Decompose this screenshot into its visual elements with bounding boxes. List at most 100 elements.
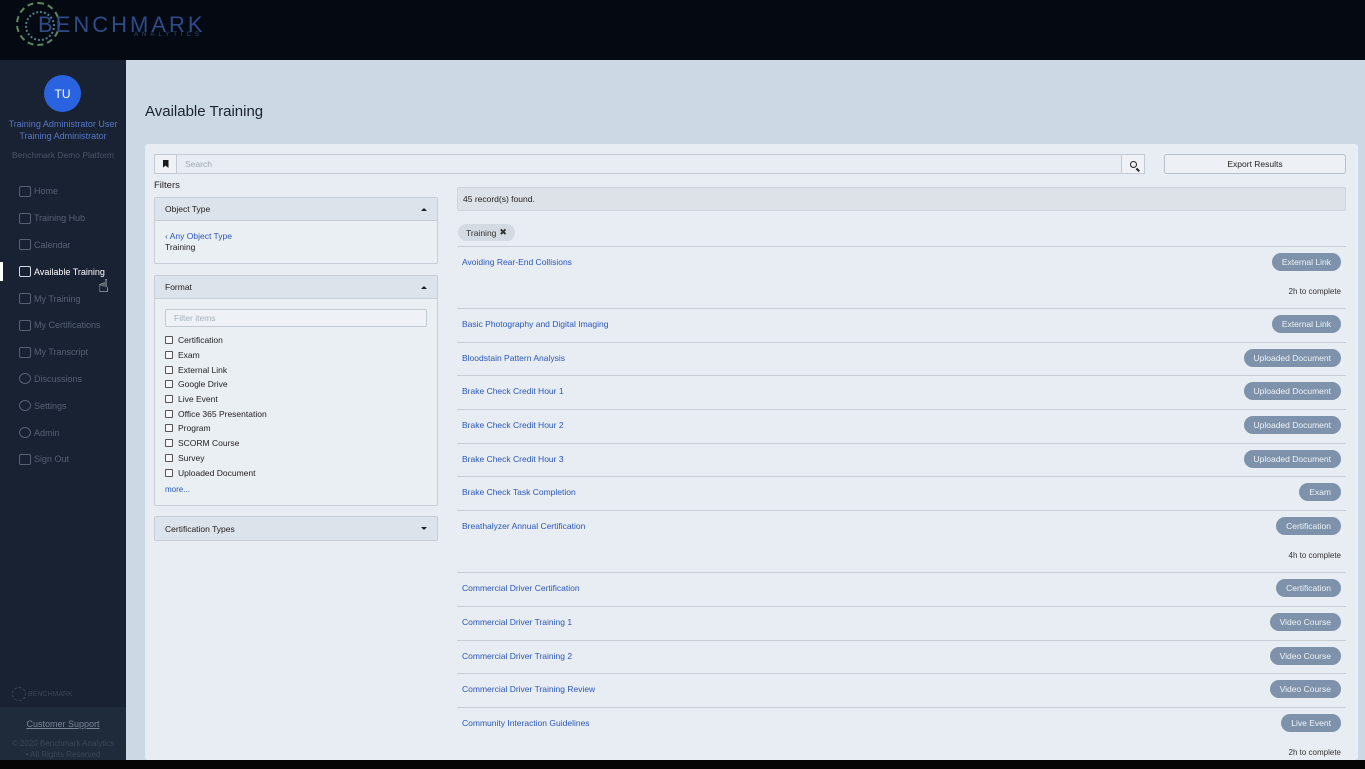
transcript-icon	[19, 346, 31, 358]
format-option-survey[interactable]: Survey	[165, 451, 437, 466]
table-row: Basic Photography and Digital Imaging Ext…	[457, 308, 1346, 342]
format-option-scorm-course[interactable]: SCORM Course	[165, 436, 437, 451]
sidebar-item-my-transcript[interactable]: My Transcript	[0, 339, 126, 366]
sidebar-item-label: My Certifications	[34, 320, 101, 331]
training-title-link[interactable]: Commercial Driver Training Review	[462, 684, 595, 694]
format-badge: Video Course	[1269, 646, 1341, 665]
format-header[interactable]: Format	[155, 276, 437, 299]
training-title-link[interactable]: Breathalyzer Annual Certification	[462, 521, 585, 531]
logo-ring-icon	[12, 687, 26, 701]
sidebar: TU Training Administrator User Training …	[0, 60, 126, 760]
format-option-google-drive[interactable]: Google Drive	[165, 377, 437, 392]
checkbox[interactable]	[165, 468, 173, 477]
option-label: Certification	[178, 335, 223, 346]
table-row: Commercial Driver Certification Certifica…	[457, 572, 1346, 606]
checkbox[interactable]	[165, 351, 173, 360]
training-title-link[interactable]: Brake Check Credit Hour 2	[462, 420, 564, 430]
bottom-bar	[0, 760, 1365, 769]
sidebar-item-home[interactable]: Home	[0, 178, 126, 205]
sidebar-item-label: Calendar	[34, 239, 71, 250]
export-results-button[interactable]: Export Results	[1164, 154, 1346, 174]
table-row: Breathalyzer Annual Certification Certifi…	[457, 510, 1346, 572]
hand-cursor-icon: ☝	[98, 276, 109, 296]
sidebar-item-label: Settings	[34, 400, 67, 411]
sidebar-item-sign-out[interactable]: Sign Out	[0, 446, 126, 473]
training-title-link[interactable]: Brake Check Credit Hour 3	[462, 454, 564, 464]
training-title-link[interactable]: Basic Photography and Digital Imaging	[462, 319, 608, 329]
bookmark-button[interactable]	[154, 154, 177, 174]
home-icon	[19, 185, 31, 197]
user-role: Training Administrator	[19, 131, 107, 141]
training-title-link[interactable]: Commercial Driver Training 1	[462, 617, 572, 627]
format-badge: Uploaded Document	[1243, 348, 1341, 367]
format-option-office-365[interactable]: Office 365 Presentation	[165, 406, 437, 421]
more-link[interactable]: more...	[155, 480, 437, 494]
duration-text: 4h to complete	[1288, 551, 1341, 561]
checkbox[interactable]	[165, 336, 173, 345]
duration-text: 2h to complete	[1288, 747, 1341, 757]
object-type-header[interactable]: Object Type	[155, 198, 437, 221]
checkbox[interactable]	[165, 380, 173, 389]
option-label: Survey	[178, 452, 205, 463]
format-badge: Video Course	[1269, 612, 1341, 631]
benchmark-logo[interactable]: BENCHMARK ANALYTICS	[16, 2, 203, 46]
training-title-link[interactable]: Commercial Driver Training 2	[462, 651, 572, 661]
training-title-link[interactable]: Brake Check Credit Hour 1	[462, 386, 564, 396]
sidebar-item-my-certifications[interactable]: My Certifications	[0, 312, 126, 339]
format-option-live-event[interactable]: Live Event	[165, 392, 437, 407]
any-object-type-link[interactable]: ‹ Any Object Type	[155, 221, 437, 241]
sidebar-item-admin[interactable]: Admin	[0, 419, 126, 446]
table-row: Bloodstain Pattern Analysis Uploaded Docu…	[457, 341, 1346, 376]
checkbox[interactable]	[165, 424, 173, 433]
sidebar-item-discussions[interactable]: Discussions	[0, 366, 126, 393]
checkbox[interactable]	[165, 453, 173, 462]
certification-types-header[interactable]: Certification Types	[155, 517, 437, 540]
checkbox[interactable]	[165, 365, 173, 374]
table-row: Commercial Driver Training 1 Video Course	[457, 605, 1346, 640]
checkbox[interactable]	[165, 395, 173, 404]
search-input[interactable]	[177, 154, 1121, 174]
search-button[interactable]	[1121, 154, 1145, 174]
training-title-link[interactable]: Commercial Driver Certification	[462, 583, 580, 593]
sidebar-item-training-hub[interactable]: Training Hub	[0, 205, 126, 232]
training-title-link[interactable]: Avoiding Rear-End Collisions	[462, 257, 572, 267]
sign-out-icon	[19, 453, 31, 465]
sidebar-item-calendar[interactable]: Calendar	[0, 232, 126, 259]
close-icon[interactable]: ✖	[499, 227, 507, 238]
search-icon	[1129, 160, 1137, 168]
table-row: Brake Check Task Completion Exam	[457, 476, 1346, 510]
sidebar-item-settings[interactable]: Settings	[0, 392, 126, 419]
training-title-link[interactable]: Bloodstain Pattern Analysis	[462, 353, 565, 363]
checkbox[interactable]	[165, 409, 173, 418]
training-title-link[interactable]: Brake Check Task Completion	[462, 487, 576, 497]
sidebar-nav: Home Training Hub Calendar Available Tra…	[0, 178, 126, 473]
option-label: Program	[178, 423, 211, 434]
format-option-certification[interactable]: Certification	[165, 333, 437, 348]
format-badge: Uploaded Document	[1243, 416, 1341, 435]
table-row: Commercial Driver Training 2 Video Course	[457, 639, 1346, 674]
format-badge: External Link	[1271, 315, 1341, 333]
table-row: Commercial Driver Training Review Video C…	[457, 673, 1346, 707]
training-title-link[interactable]: Community Interaction Guidelines	[462, 718, 590, 728]
format-option-program[interactable]: Program	[165, 421, 437, 436]
format-option-exam[interactable]: Exam	[165, 348, 437, 363]
page-title: Available Training	[145, 103, 264, 120]
any-object-type-label: Any Object Type	[169, 231, 232, 241]
customer-support-link[interactable]: Customer Support	[0, 719, 126, 729]
top-bar: BENCHMARK ANALYTICS	[0, 0, 1365, 60]
checkbox[interactable]	[165, 439, 173, 448]
format-badge: Live Event	[1281, 713, 1341, 732]
table-row: Brake Check Credit Hour 3 Uploaded Docume…	[457, 442, 1346, 477]
format-badge: Uploaded Document	[1243, 382, 1341, 401]
my-training-icon	[19, 293, 31, 305]
avatar[interactable]: TU	[44, 75, 81, 112]
filter-items-input[interactable]	[165, 309, 427, 327]
option-label: Uploaded Document	[178, 467, 256, 478]
format-badge: Exam	[1299, 483, 1341, 502]
gear-icon	[19, 400, 31, 412]
active-filter-chip[interactable]: Training ✖	[458, 224, 515, 241]
format-badge: Certification	[1276, 517, 1341, 536]
format-option-external-link[interactable]: External Link	[165, 362, 437, 377]
filters-label: Filters	[154, 180, 180, 191]
format-option-uploaded-document[interactable]: Uploaded Document	[165, 465, 437, 480]
